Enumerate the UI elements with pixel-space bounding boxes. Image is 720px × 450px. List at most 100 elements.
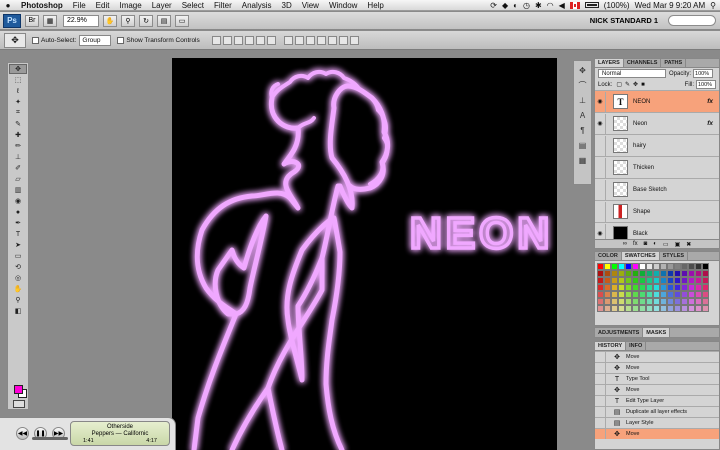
tool-presets-icon[interactable]: ✥ [577, 64, 589, 76]
layer-row[interactable]: Shape [595, 200, 719, 222]
tab-adjustments[interactable]: ADJUSTMENTS [595, 328, 644, 337]
color-swatch[interactable] [597, 284, 604, 291]
color-swatch[interactable] [674, 270, 681, 277]
marquee-tool-icon[interactable]: ⬚ [9, 75, 27, 85]
color-swatch[interactable] [660, 284, 667, 291]
bluetooth-icon[interactable]: ✱ [535, 1, 542, 10]
layer-row[interactable]: Base Sketch [595, 178, 719, 200]
menu-edit[interactable]: Edit [91, 1, 115, 10]
color-swatch[interactable] [611, 305, 618, 312]
color-swatch[interactable] [611, 298, 618, 305]
color-swatch[interactable] [667, 263, 674, 270]
character-icon[interactable]: A [577, 109, 589, 121]
color-swatch[interactable] [625, 263, 632, 270]
color-swatch[interactable] [702, 284, 709, 291]
blend-mode-select[interactable]: Normal [598, 69, 666, 78]
layer-row[interactable]: hairy [595, 134, 719, 156]
color-swatch[interactable] [611, 284, 618, 291]
adjustment-layer-icon[interactable]: ◐ [653, 241, 657, 247]
color-swatch[interactable] [653, 291, 660, 298]
color-swatch[interactable] [625, 305, 632, 312]
color-swatch[interactable] [597, 305, 604, 312]
color-swatch[interactable] [688, 284, 695, 291]
align-vcenter-icon[interactable] [222, 35, 232, 45]
color-swatch[interactable] [646, 270, 653, 277]
sync-icon[interactable]: ⟳ [490, 1, 497, 10]
color-swatch[interactable] [667, 284, 674, 291]
color-swatch[interactable] [618, 263, 625, 270]
quick-mask-icon[interactable] [13, 400, 25, 408]
layer-row[interactable]: ◉ Neon fx [595, 112, 719, 134]
color-swatch[interactable] [646, 277, 653, 284]
color-swatch[interactable] [597, 277, 604, 284]
tab-history[interactable]: HISTORY [595, 342, 627, 350]
crop-tool-icon[interactable]: ⌗ [9, 108, 27, 118]
color-swatch[interactable] [702, 298, 709, 305]
blur-tool-icon[interactable]: ◉ [9, 196, 27, 206]
move-tool-preset-icon[interactable]: ✥ [4, 32, 26, 48]
clone-source-icon[interactable]: ⊥ [577, 94, 589, 106]
tab-paths[interactable]: PATHS [661, 59, 687, 67]
color-swatch[interactable] [660, 277, 667, 284]
color-swatch[interactable] [639, 263, 646, 270]
menu-layer[interactable]: Layer [147, 1, 177, 10]
color-swatch[interactable] [674, 298, 681, 305]
color-swatch[interactable] [681, 305, 688, 312]
show-transform-checkbox[interactable] [117, 36, 125, 44]
color-swatch[interactable] [618, 284, 625, 291]
history-snapshot-checkbox[interactable] [595, 396, 606, 406]
color-swatch[interactable] [660, 291, 667, 298]
color-swatch[interactable] [688, 305, 695, 312]
tab-color[interactable]: COLOR [595, 252, 622, 260]
color-swatch[interactable] [660, 270, 667, 277]
brushes-icon[interactable]: ⌒ [577, 79, 589, 91]
distribute-vcenter-icon[interactable] [294, 35, 304, 45]
foreground-color-swatch[interactable] [14, 385, 23, 394]
color-swatch[interactable] [632, 263, 639, 270]
history-snapshot-checkbox[interactable] [595, 352, 606, 362]
color-swatch[interactable] [639, 277, 646, 284]
color-swatch[interactable] [674, 305, 681, 312]
color-swatch[interactable] [653, 284, 660, 291]
color-swatch[interactable] [702, 277, 709, 284]
notes-icon[interactable]: ▤ [577, 139, 589, 151]
color-swatch[interactable] [702, 270, 709, 277]
layer-effects-icon[interactable]: fx [707, 120, 719, 127]
color-swatch[interactable] [702, 263, 709, 270]
shape-tool-icon[interactable]: ▭ [9, 251, 27, 261]
color-swatch[interactable] [667, 270, 674, 277]
color-swatch[interactable] [611, 277, 618, 284]
auto-select-checkbox[interactable] [32, 36, 39, 44]
navigator-icon[interactable]: ▦ [577, 154, 589, 166]
color-swatch[interactable] [646, 291, 653, 298]
apple-menu-icon[interactable]: ● [0, 1, 16, 10]
menu-filter[interactable]: Filter [209, 1, 237, 10]
fill-input[interactable]: 100% [696, 80, 716, 89]
history-state[interactable]: ✥ Move [595, 362, 719, 373]
color-swatch[interactable] [695, 277, 702, 284]
align-bottom-icon[interactable] [233, 35, 243, 45]
color-swatch[interactable] [618, 277, 625, 284]
workspace-switcher[interactable]: NICK STANDARD 1 [590, 16, 658, 25]
zoom-tool-icon[interactable]: ⚲ [121, 14, 135, 27]
tab-swatches[interactable]: SWATCHES [621, 252, 660, 260]
add-mask-icon[interactable]: ◙ [644, 241, 648, 247]
color-swatch[interactable] [695, 284, 702, 291]
color-swatch[interactable] [653, 270, 660, 277]
clone-stamp-tool-icon[interactable]: ⊥ [9, 152, 27, 162]
layer-visibility-icon[interactable] [595, 135, 606, 156]
gradient-tool-icon[interactable]: ▥ [9, 185, 27, 195]
color-swatch[interactable] [611, 270, 618, 277]
opacity-input[interactable]: 100% [693, 69, 714, 78]
color-swatch[interactable] [653, 298, 660, 305]
color-swatch[interactable] [604, 305, 611, 312]
layer-effects-icon[interactable]: fx [707, 98, 719, 105]
color-swatch[interactable] [695, 298, 702, 305]
document-canvas[interactable]: NEON [172, 58, 557, 450]
color-swatch[interactable] [604, 263, 611, 270]
color-swatch[interactable] [702, 291, 709, 298]
menu-3d[interactable]: 3D [277, 1, 297, 10]
menu-analysis[interactable]: Analysis [237, 1, 277, 10]
color-swatch[interactable] [688, 263, 695, 270]
color-swatch[interactable] [639, 291, 646, 298]
